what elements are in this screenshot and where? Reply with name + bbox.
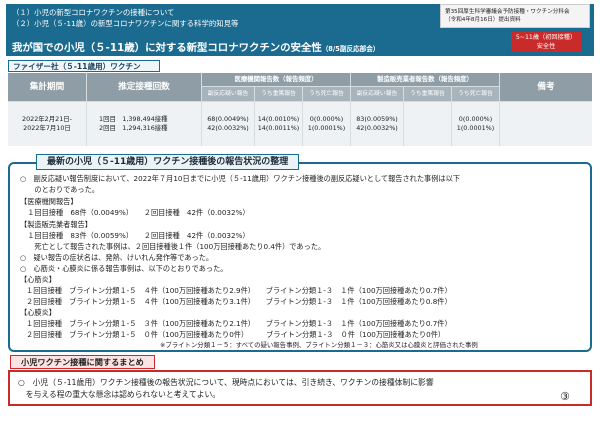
summary-line-13: 【心膜炎】 bbox=[20, 308, 56, 317]
period-line-2: 2022年7月10日 bbox=[23, 124, 71, 132]
mk-death-cell: 0(0.000%) 1(0.0001%) bbox=[452, 102, 499, 146]
summary-box-title: 最新の小児（５-11歳用）ワクチン接種後の報告状況の整理 bbox=[36, 154, 300, 170]
summary-footnote: ※ブライトン分類１－５：すべての疑い報告事例、ブライトン分類１－３：心筋炎又は心… bbox=[160, 341, 478, 349]
sub-med-adverse: 副反応疑い報告 bbox=[202, 87, 254, 101]
mk-serious-cell bbox=[404, 102, 451, 146]
summary-line-2: のとおりであった。 bbox=[20, 185, 99, 194]
sub-med-death: うち死亡報告 bbox=[303, 87, 350, 101]
page-number: ③ bbox=[560, 390, 570, 403]
sub-mk-serious: うち重篤報告 bbox=[404, 87, 451, 101]
safety-table: 集計期間 推定接種回数 医療機関報告数（報告頻度） 製造販売業者報告数（報告頻度… bbox=[8, 73, 592, 146]
conclusion-line-1: ○ 小児（５-11歳用）ワクチン接種後の報告状況について、現時点においては、引き… bbox=[18, 378, 434, 387]
meeting-info: 第35回厚生科学審議会予防接種・ワクチン分科会 （令和4年8月16日）提出資料 bbox=[440, 4, 590, 28]
summary-line-11: １回目接種 ブライトン分類１-５ ４件（100万回接種あたり2.9件） ブライト… bbox=[26, 286, 452, 295]
header-maker-group: 製造販売業者報告数（報告頻度） bbox=[351, 73, 499, 86]
dose-row-1: 1回目 1,398,494接種 bbox=[99, 115, 201, 124]
mk-adverse-cell: 83(0.0059%) 42(0.0032%) bbox=[351, 102, 403, 146]
med-adverse-2: 42(0.0032%) bbox=[207, 124, 249, 132]
age-tag-line-2: 安全性 bbox=[536, 43, 556, 50]
conclusion-line-2: を与える程の重大な懸念は認められないと考えてよい。 bbox=[18, 390, 221, 399]
header-notes: 備考 bbox=[500, 73, 592, 101]
sub-mk-death: うち死亡報告 bbox=[452, 87, 499, 101]
summary-line-4: １回目接種 68件（0.0049%） ２回目接種 42件（0.0032%） bbox=[20, 208, 250, 217]
sub-mk-adverse: 副反応疑い報告 bbox=[351, 87, 403, 101]
summary-line-1: ○ 副反応疑い報告制度において、2022年７月10日までに小児（５-11歳用）ワ… bbox=[20, 174, 460, 183]
doses-cell: 1回目 1,398,494接種 2回目 1,294,316接種 bbox=[87, 102, 201, 146]
med-adverse-1: 68(0.0049%) bbox=[207, 115, 249, 123]
mk-death-1: 0(0.000%) bbox=[458, 115, 493, 123]
period-line-1: 2022年2月21日- bbox=[22, 115, 72, 123]
summary-line-14: １回目接種 ブライトン分類１-５ ３件（100万回接種あたり2.1件） ブライト… bbox=[26, 319, 452, 328]
meeting-info-line-2: （令和4年8月16日）提出資料 bbox=[445, 17, 521, 23]
summary-line-3: 【医療機関報告】 bbox=[20, 197, 78, 206]
mk-death-2: 1(0.0001%) bbox=[456, 124, 495, 132]
header-line-1: （１）小児の新型コロナワクチンの接種について bbox=[12, 8, 175, 17]
page-title-main: 我が国での小児（５-11歳）に対する新型コロナワクチンの安全性 bbox=[12, 42, 322, 54]
age-tag: 5~11歳（初回接種） 安全性 bbox=[511, 32, 581, 52]
page-title-note: （8/5副反応部会） bbox=[321, 45, 380, 53]
page-title: 我が国での小児（５-11歳）に対する新型コロナワクチンの安全性（8/5副反応部会… bbox=[12, 39, 379, 54]
header-line-2: （２）小児（５-11歳）の新型コロナワクチンに関する科学的知見等 bbox=[12, 19, 239, 28]
mk-adverse-1: 83(0.0059%) bbox=[356, 115, 398, 123]
summary-line-15: ２回目接種 ブライトン分類１-５ ０件（100万回接種あたり0件） ブライトン分… bbox=[26, 330, 446, 339]
med-death-1: 0(0.000%) bbox=[309, 115, 344, 123]
summary-line-9: ○ 心筋炎・心膜炎に係る報告事例は、以下のとおりであった。 bbox=[20, 264, 228, 273]
conclusion-title: 小児ワクチン接種に関するまとめ bbox=[10, 355, 155, 369]
summary-line-8: ○ 疑い報告の症状名は、発熱、けいれん発作等であった。 bbox=[20, 253, 214, 262]
summary-line-12: ２回目接種 ブライトン分類１-５ ４件（100万回接種あたり3.1件） ブライト… bbox=[26, 297, 452, 306]
header-doses: 推定接種回数 bbox=[87, 73, 201, 101]
med-death-2: 1(0.0001%) bbox=[307, 124, 346, 132]
summary-line-6: １回目接種 83件（0.0059%） ２回目接種 42件（0.0032%） bbox=[20, 231, 250, 240]
dose-label: 2回目 bbox=[99, 124, 116, 132]
med-death-cell: 0(0.000%) 1(0.0001%) bbox=[303, 102, 350, 146]
med-serious-cell: 14(0.0010%) 14(0.0011%) bbox=[255, 102, 302, 146]
dose-count: 1,294,316接種 bbox=[122, 124, 168, 132]
med-serious-2: 14(0.0011%) bbox=[257, 124, 300, 132]
med-adverse-cell: 68(0.0049%) 42(0.0032%) bbox=[202, 102, 254, 146]
meeting-info-line-1: 第35回厚生科学審議会予防接種・ワクチン分科会 bbox=[445, 9, 570, 15]
age-tag-line-1: 5~11歳（初回接種） bbox=[515, 34, 577, 41]
dose-count: 1,398,494接種 bbox=[122, 115, 168, 123]
header-period: 集計期間 bbox=[8, 73, 86, 101]
mk-adverse-2: 42(0.0032%) bbox=[356, 124, 398, 132]
period-cell: 2022年2月21日- 2022年7月10日 bbox=[8, 102, 86, 146]
notes-cell bbox=[500, 102, 592, 146]
dose-row-2: 2回目 1,294,316接種 bbox=[99, 124, 201, 133]
summary-line-5: 【製造販売業者報告】 bbox=[20, 220, 92, 229]
summary-line-7: 死亡として報告された事例は、２回目接種後１件（100万回接種あたり0.4件）であ… bbox=[20, 242, 326, 251]
slide: （１）小児の新型コロナワクチンの接種について （２）小児（５-11歳）の新型コロ… bbox=[0, 0, 600, 424]
med-serious-1: 14(0.0010%) bbox=[257, 115, 300, 123]
header-medical-group: 医療機関報告数（報告頻度） bbox=[202, 73, 350, 86]
vaccine-label: ファイザー社（５-11歳用）ワクチン bbox=[8, 60, 160, 72]
conclusion-box: ○ 小児（５-11歳用）ワクチン接種後の報告状況について、現時点においては、引き… bbox=[8, 370, 592, 406]
sub-med-serious: うち重篤報告 bbox=[255, 87, 302, 101]
summary-line-10: 【心筋炎】 bbox=[20, 275, 56, 284]
dose-label: 1回目 bbox=[99, 115, 116, 123]
